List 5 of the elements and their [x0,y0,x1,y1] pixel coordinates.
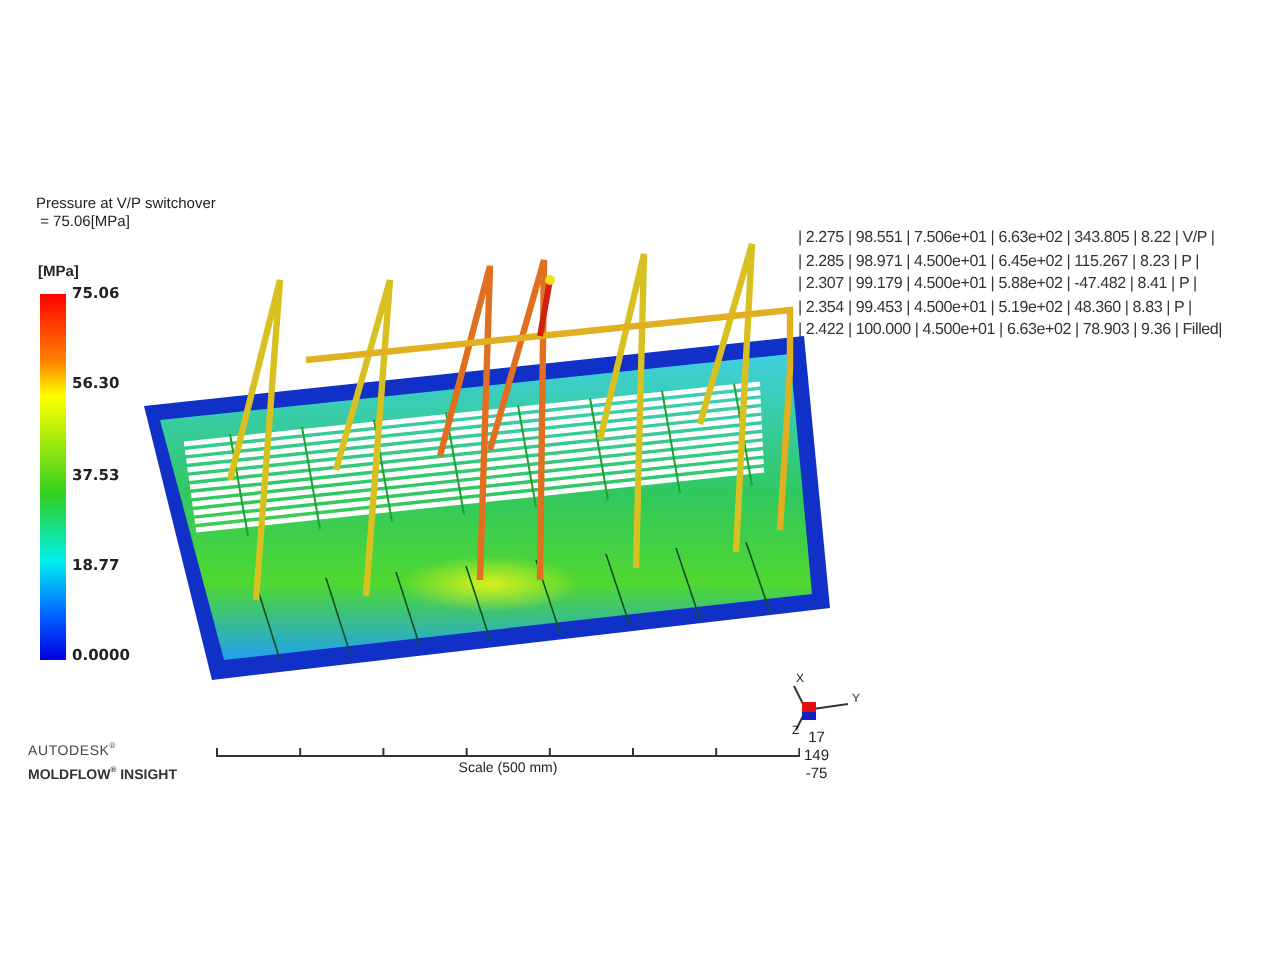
log-row-text: | 2.285 | 98.971 | 4.500e+01 | 6.45e+02 | 115.267 | 8.23 | P | [798,249,1202,272]
log-row-text: | 2.275 | 98.551 | 7.506e+01 | 6.63e+02 | 343.805 | 8.22 | V/P | [798,226,1217,249]
log-row-text: | 2.307 | 99.179 | 4.500e+01 | 5.88e+02 | -47.482 | 8.41 | P | [798,272,1199,295]
log-row: | 2.422 | 100.000 | 4.500e+01 | 6.63e+02 | 78.903 | 9.36 | Filled| [798,318,1223,341]
log-row-text: | 2.354 | 99.453 | 4.500e+01 | 5.19e+02 | 48.360 | 8.83 | P | [798,295,1194,318]
